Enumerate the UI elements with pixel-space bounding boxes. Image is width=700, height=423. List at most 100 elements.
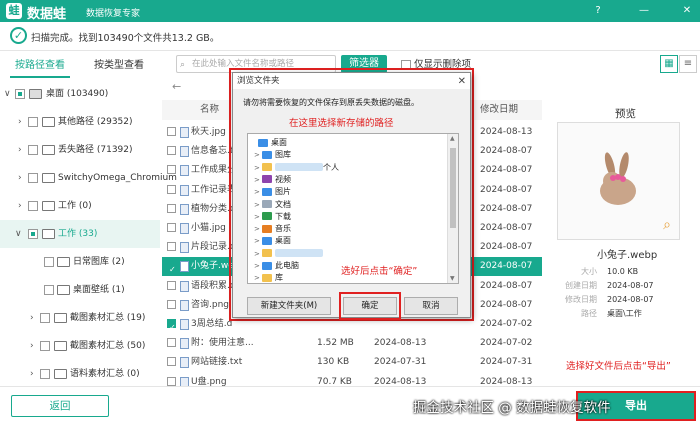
row-checkbox[interactable] — [167, 127, 176, 136]
folder-node[interactable]: > — [254, 247, 323, 260]
tree-checkbox[interactable] — [15, 89, 25, 99]
file-modified: 2024-08-07 — [480, 223, 533, 233]
close-icon[interactable]: ✕ — [680, 4, 694, 18]
row-checkbox[interactable] — [167, 280, 176, 290]
tree-item-wallpaper[interactable]: 桌面壁纸 (1) — [0, 276, 160, 304]
help-icon[interactable]: ? — [591, 4, 605, 18]
folder-node[interactable]: 桌面 — [250, 136, 287, 149]
tree-checkbox[interactable] — [40, 313, 50, 323]
tree-item-other-paths[interactable]: › 其他路径 (29352) — [0, 108, 160, 136]
file-modified: 2024-07-02 — [480, 338, 533, 349]
tree-checkbox[interactable] — [44, 285, 54, 295]
back-button[interactable]: 返回 — [11, 395, 109, 417]
chevron-right-icon[interactable]: › — [30, 332, 34, 360]
minimize-icon[interactable]: — — [637, 4, 651, 18]
row-checkbox[interactable] — [167, 376, 176, 386]
folder-icon — [54, 341, 67, 351]
tree-item-switchyomega[interactable]: › SwitchyOmega_Chromium — [0, 164, 177, 192]
chevron-down-icon[interactable]: ∨ — [4, 80, 11, 108]
tree-checkbox[interactable] — [28, 145, 38, 155]
file-icon — [180, 223, 189, 234]
tree-checkbox[interactable] — [28, 229, 38, 239]
chevron-down-icon[interactable]: ∨ — [15, 220, 22, 248]
search-input[interactable]: ⌕ 在此处输入文件名称或路径 — [176, 55, 336, 73]
chevron-right-icon[interactable]: > — [254, 272, 262, 283]
row-checkbox[interactable] — [167, 242, 176, 252]
scroll-thumb[interactable] — [450, 148, 456, 228]
tree-checkbox[interactable] — [44, 257, 54, 267]
row-checkbox[interactable] — [167, 165, 176, 175]
file-name: 语段积累.d — [191, 280, 236, 291]
folder-node[interactable]: > 个人 — [254, 161, 339, 174]
scroll-up-icon[interactable]: ▲ — [450, 135, 455, 142]
folder-node[interactable]: > 库 — [254, 271, 283, 283]
row-checkbox[interactable] — [167, 357, 176, 367]
row-checkbox[interactable] — [167, 184, 176, 194]
folder-node[interactable]: > 音乐 — [254, 222, 291, 235]
column-name[interactable]: 名称 — [200, 100, 219, 120]
row-checkbox[interactable] — [167, 146, 176, 156]
dialog-folder-tree[interactable]: ▲ ▼ 桌面 > 图库 > 个人 > 视频 > 图片 > 文档 > 下载 > 音乐 > 桌面 > > 此电脑 > 库 — [247, 133, 459, 284]
only-deleted-checkbox[interactable] — [401, 59, 411, 70]
filter-button[interactable]: 筛选器 — [341, 55, 387, 73]
row-checkbox[interactable] — [167, 260, 176, 276]
folder-node[interactable]: > 下载 — [254, 210, 291, 223]
tree-checkbox[interactable] — [40, 341, 50, 351]
folder-node[interactable]: > 视频 — [254, 173, 291, 186]
tree-item-work[interactable]: ∨ 工作 (33) — [0, 220, 160, 248]
new-folder-button[interactable]: 新建文件夹(M) — [247, 297, 331, 315]
scroll-down-icon[interactable]: ▼ — [450, 275, 455, 282]
chevron-right-icon[interactable]: › — [18, 136, 22, 164]
tree-checkbox[interactable] — [40, 369, 50, 379]
chevron-right-icon[interactable]: › — [18, 108, 22, 136]
chevron-right-icon[interactable]: › — [18, 164, 22, 192]
tab-by-type[interactable]: 按类型查看 — [88, 56, 150, 78]
row-checkbox[interactable] — [167, 318, 176, 334]
row-checkbox[interactable] — [167, 338, 176, 348]
row-checkbox[interactable] — [167, 299, 176, 309]
folder-node-label: 桌面 — [275, 236, 291, 246]
folder-node-label: 下载 — [275, 211, 291, 221]
file-created: 2024-07-31 — [374, 357, 427, 368]
row-checkbox[interactable] — [167, 203, 176, 213]
folder-node[interactable]: > 图库 — [254, 148, 291, 161]
tab-by-path[interactable]: 按路径查看 — [10, 56, 70, 78]
file-icon — [180, 146, 189, 158]
table-row[interactable]: 附：使用注意... 1.52 MB 2024-08-13 2024-07-02 — [162, 334, 542, 353]
view-tabs: 按路径查看 按类型查看 — [0, 56, 160, 78]
folder-node[interactable]: > 桌面 — [254, 234, 291, 247]
close-icon[interactable]: ✕ — [458, 74, 466, 90]
ok-button[interactable]: 确定 — [343, 297, 397, 315]
tree-item-screenshots-19[interactable]: › 截图素材汇总 (19) — [0, 304, 160, 332]
back-arrow-icon[interactable]: ← — [172, 80, 181, 93]
cancel-button[interactable]: 取消 — [404, 297, 458, 315]
file-name: 小猫.jpg — [191, 223, 226, 233]
chevron-right-icon[interactable]: › — [30, 304, 34, 332]
tree-item-lost-paths[interactable]: › 丢失路径 (71392) — [0, 136, 160, 164]
folder-node[interactable]: > 文档 — [254, 198, 291, 211]
column-modified[interactable]: 修改日期 — [480, 100, 518, 120]
chevron-right-icon[interactable]: › — [30, 360, 34, 388]
tree-checkbox[interactable] — [28, 117, 38, 127]
row-checkbox[interactable] — [167, 223, 176, 232]
folder-node[interactable]: > 图片 — [254, 185, 291, 198]
table-row[interactable]: 网站链接.txt 130 KB 2024-07-31 2024-07-31 — [162, 353, 542, 372]
scrollbar[interactable]: ▲ ▼ — [447, 134, 458, 283]
tree-item-label: 语料素材汇总 (0) — [70, 369, 140, 379]
tree-checkbox[interactable] — [28, 173, 38, 183]
only-deleted-toggle[interactable]: 仅显示删除项 — [401, 56, 471, 70]
grid-view-icon[interactable]: ▦ — [660, 55, 678, 73]
tree-item-corpus[interactable]: › 语料素材汇总 (0) — [0, 360, 160, 385]
tree-item-label: 工作 (0) — [58, 201, 92, 211]
tree-item-work-empty[interactable]: › 工作 (0) — [0, 192, 160, 220]
tree-item-daily-gallery[interactable]: 日常图库 (2) — [0, 248, 160, 276]
folder-node-label: 音乐 — [275, 224, 291, 234]
folder-node[interactable]: > 此电脑 — [254, 259, 299, 272]
tree-item-screenshots-50[interactable]: › 截图素材汇总 (50) — [0, 332, 160, 360]
chevron-right-icon[interactable]: › — [18, 192, 22, 220]
tree-checkbox[interactable] — [28, 201, 38, 211]
zoom-icon[interactable]: ⌕ — [663, 217, 671, 233]
list-view-icon[interactable]: ≡ — [679, 55, 697, 73]
folder-node-label: 桌面 — [271, 138, 287, 147]
tree-item-desktop[interactable]: ∨ 桌面 (103490) — [0, 80, 160, 108]
